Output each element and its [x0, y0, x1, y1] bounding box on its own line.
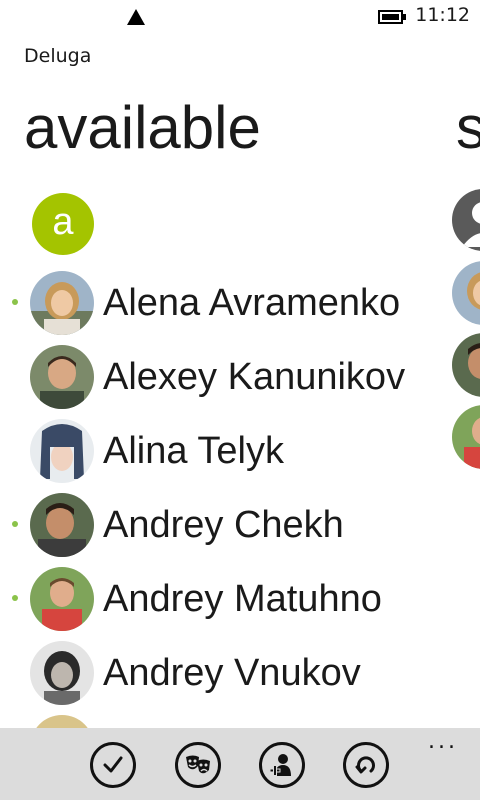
contact-name: Andrey Vnukov [103, 652, 361, 694]
online-indicator-icon [12, 595, 18, 601]
online-indicator-icon [12, 521, 18, 527]
mood-button[interactable] [175, 742, 221, 788]
contact-item-alena-avramenko[interactable]: Alena Avramenko [0, 271, 480, 345]
contact-list: Alena Avramenko Alexey Kanunikov Alina T… [0, 271, 480, 789]
app-bar: ... [0, 728, 480, 800]
contact-item-alina-telyk[interactable]: Alina Telyk [0, 419, 480, 493]
contact-name: Andrey Chekh [103, 504, 344, 546]
avatar [30, 493, 94, 557]
pivot-header-available[interactable]: available [24, 92, 261, 164]
app-title: Deluga [24, 45, 92, 67]
status-bar: 11:12 [0, 0, 480, 32]
group-header-letter[interactable]: a [32, 193, 94, 255]
peek-generic-avatar-icon [452, 189, 480, 251]
pivot-header-next[interactable]: s [456, 92, 480, 164]
avatar [30, 419, 94, 483]
avatar [30, 345, 94, 409]
add-contact-button[interactable] [259, 742, 305, 788]
avatar [30, 641, 94, 705]
contact-item-andrey-vnukov[interactable]: Andrey Vnukov [0, 641, 480, 715]
contact-item-andrey-matuhno[interactable]: Andrey Matuhno [0, 567, 480, 641]
avatar [30, 567, 94, 631]
signal-triangle-icon [127, 9, 145, 25]
screen: 11:12 Deluga available s a Alena Avramen… [0, 0, 480, 800]
avatar [30, 271, 94, 335]
contact-name: Alexey Kanunikov [103, 356, 406, 398]
refresh-button[interactable] [343, 742, 389, 788]
contact-name: Andrey Matuhno [103, 578, 382, 620]
check-button[interactable] [90, 742, 136, 788]
check-icon [103, 756, 123, 773]
add-contact-icon [269, 754, 291, 776]
contact-item-alexey-kanunikov[interactable]: Alexey Kanunikov [0, 345, 480, 419]
contact-item-andrey-chekh[interactable]: Andrey Chekh [0, 493, 480, 567]
more-options-button[interactable]: ... [428, 731, 458, 753]
refresh-icon [355, 756, 375, 774]
contact-name: Alena Avramenko [103, 282, 401, 324]
contact-name: Alina Telyk [103, 430, 284, 472]
battery-icon [378, 10, 407, 24]
mood-masks-icon [186, 755, 210, 774]
status-time: 11:12 [415, 4, 470, 26]
online-indicator-icon [12, 299, 18, 305]
